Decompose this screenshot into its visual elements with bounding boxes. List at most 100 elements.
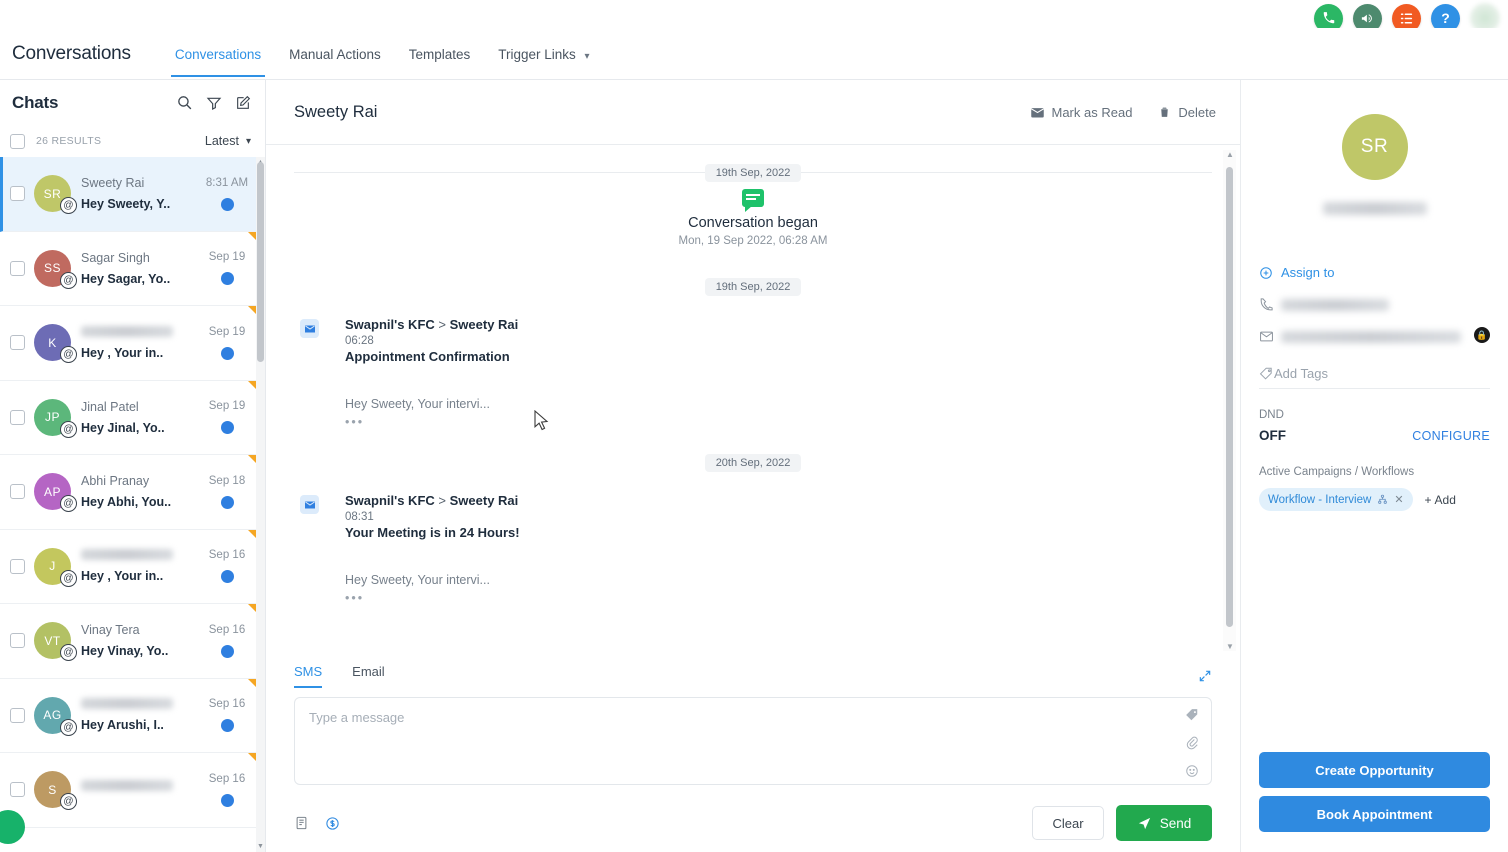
filter-icon[interactable] <box>206 95 222 111</box>
chat-name: Sweety Rai <box>81 176 145 191</box>
chat-select-checkbox[interactable] <box>10 409 25 425</box>
select-all-checkbox[interactable] <box>10 133 25 149</box>
workflow-chip[interactable]: Workflow - Interview ✕ <box>1259 488 1413 511</box>
attachment-icon[interactable] <box>1185 736 1199 750</box>
avatar: VT @ <box>34 622 77 662</box>
message-from: Swapnil's KFC <box>345 317 435 332</box>
avatar: JP @ <box>34 398 77 438</box>
chat-time: 8:31 AM <box>205 176 249 189</box>
chat-preview: Hey Vinay, Yo.. <box>81 644 169 659</box>
contact-cta-group: Create Opportunity Book Appointment <box>1259 752 1490 832</box>
dnd-row: OFF CONFIGURE <box>1259 428 1490 443</box>
chat-list-item[interactable]: JP @ Jinal Patel Hey Jinal, Yo.. Sep 19 <box>0 380 265 455</box>
create-opportunity-button[interactable]: Create Opportunity <box>1259 752 1490 788</box>
payment-icon[interactable] <box>325 816 340 831</box>
channel-email-badge-icon: @ <box>60 495 77 513</box>
message-more-dots[interactable]: ••• <box>345 415 518 429</box>
book-appointment-button[interactable]: Book Appointment <box>1259 796 1490 832</box>
chat-list-item[interactable]: S @ Sep 16 <box>0 753 265 828</box>
clear-button[interactable]: Clear <box>1032 806 1104 840</box>
unread-dot <box>220 793 234 807</box>
mark-as-read-button[interactable]: Mark as Read <box>1030 105 1132 120</box>
unread-dot <box>220 272 234 286</box>
tab-email[interactable]: Email <box>352 664 385 688</box>
delete-label: Delete <box>1178 104 1216 120</box>
chat-list-item[interactable]: VT @ Vinay Tera Hey Vinay, Yo.. Sep 16 <box>0 604 265 679</box>
conversation-contact-name: Sweety Rai <box>294 102 378 121</box>
email-field[interactable]: 🔒 <box>1259 327 1490 344</box>
add-campaign-button[interactable]: + Add <box>1425 493 1456 507</box>
tab-sms[interactable]: SMS <box>294 664 323 688</box>
compose-icon[interactable] <box>235 95 251 111</box>
unread-dot <box>220 570 234 584</box>
emoji-icon[interactable] <box>1185 764 1199 778</box>
message-arrow: > <box>438 493 446 508</box>
chat-list-scrollbar[interactable]: ▲ ▼ <box>256 157 265 852</box>
chat-select-checkbox[interactable] <box>10 186 25 202</box>
chat-rows[interactable]: SR @ Sweety Rai Hey Sweety, Y.. 8:31 AM SS @ Sa… <box>0 157 265 852</box>
dnd-configure-link[interactable]: CONFIGURE <box>1412 429 1490 443</box>
thread-scroll-thumb[interactable] <box>1226 167 1233 627</box>
message-composer: SMS Email Type a message Clear Send <box>266 655 1240 852</box>
scroll-down-arrow[interactable]: ▼ <box>257 843 264 850</box>
chat-select-checkbox[interactable] <box>10 707 25 723</box>
workflow-remove-icon[interactable]: ✕ <box>1394 493 1403 506</box>
chat-select-checkbox[interactable] <box>10 260 25 276</box>
day-separator: 20th Sep, 2022 <box>294 453 1212 472</box>
chat-select-checkbox[interactable] <box>10 558 25 574</box>
message-participants: Swapnil's KFC > Sweety Rai <box>345 493 520 508</box>
chat-select-checkbox[interactable] <box>10 633 25 649</box>
campaigns-label: Active Campaigns / Workflows <box>1259 466 1415 478</box>
tags-field[interactable]: Add Tags <box>1259 366 1490 389</box>
scroll-up-arrow[interactable]: ▲ <box>1226 150 1234 159</box>
phone-field[interactable] <box>1259 297 1490 312</box>
message-preview: Hey Sweety, Your intervi... <box>345 573 490 587</box>
chat-name-redacted <box>81 325 173 337</box>
chat-list-scroll-thumb[interactable] <box>257 162 264 362</box>
chat-list-item[interactable]: SR @ Sweety Rai Hey Sweety, Y.. 8:31 AM <box>0 157 265 232</box>
search-icon[interactable] <box>176 94 193 111</box>
message-more-dots[interactable]: ••• <box>345 591 520 605</box>
plus-icon: + <box>1424 492 1432 507</box>
tab-trigger-links-label: Trigger Links <box>498 46 576 62</box>
contact-name-redacted <box>1322 202 1427 215</box>
chevron-down-icon: ▾ <box>245 135 251 147</box>
avatar: J @ <box>34 547 77 587</box>
sort-dropdown[interactable]: Latest ▾ <box>205 134 251 148</box>
chat-list-item[interactable]: AP @ Abhi Pranay Hey Abhi, You.. Sep 18 <box>0 455 265 530</box>
tab-manual-actions[interactable]: Manual Actions <box>275 31 395 77</box>
email-badge-icon[interactable]: 🔒 <box>1474 327 1490 343</box>
dnd-value: OFF <box>1259 428 1286 443</box>
delete-button[interactable]: Delete <box>1158 105 1216 120</box>
chat-name: Abhi Pranay <box>81 474 150 489</box>
chat-name: Jinal Patel <box>81 399 139 414</box>
thread-scrollbar[interactable]: ▲ ▼ <box>1223 150 1236 651</box>
chat-list-item[interactable]: J @ Hey , Your in.. Sep 16 <box>0 529 265 604</box>
message-input[interactable]: Type a message <box>294 697 1212 785</box>
tab-trigger-links[interactable]: Trigger Links ▾ <box>484 31 603 77</box>
conversation-panel: Sweety Rai Mark as Read Delete 19th Sep,… <box>266 80 1240 852</box>
chat-name-redacted <box>81 549 173 561</box>
chat-list-item[interactable]: SS @ Sagar Singh Hey Sagar, Yo.. Sep 19 <box>0 231 265 306</box>
tab-templates[interactable]: Templates <box>395 31 485 77</box>
tag-icon[interactable] <box>1185 708 1199 722</box>
chat-list-item[interactable]: AG @ Hey Arushi, I.. Sep 16 <box>0 678 265 753</box>
chat-select-checkbox[interactable] <box>10 782 25 798</box>
send-icon <box>1138 817 1150 829</box>
contact-details-panel: SR Assign to 🔒 Add Tags DND OFF CONFIGUR… <box>1240 80 1508 852</box>
chat-list-item[interactable]: K @ Hey , Your in.. Sep 19 <box>0 306 265 381</box>
chat-select-checkbox[interactable] <box>10 484 25 500</box>
channel-email-badge-icon: @ <box>60 420 77 438</box>
template-icon[interactable] <box>294 815 309 831</box>
send-button[interactable]: Send <box>1116 805 1212 841</box>
message-item[interactable]: Swapnil's KFC > Sweety Rai 06:28 Appoint… <box>294 317 1212 429</box>
top-utility-bar: ? <box>0 0 1508 33</box>
chat-select-checkbox[interactable] <box>10 335 25 351</box>
scroll-down-arrow[interactable]: ▼ <box>1226 642 1234 651</box>
campaigns-row: Workflow - Interview ✕ + Add <box>1259 488 1490 511</box>
expand-icon[interactable] <box>1198 669 1212 683</box>
unread-dot <box>220 421 234 435</box>
message-item[interactable]: Swapnil's KFC > Sweety Rai 08:31 Your Me… <box>294 493 1212 605</box>
assign-to-button[interactable]: Assign to <box>1259 265 1490 280</box>
tab-conversations[interactable]: Conversations <box>161 31 275 77</box>
